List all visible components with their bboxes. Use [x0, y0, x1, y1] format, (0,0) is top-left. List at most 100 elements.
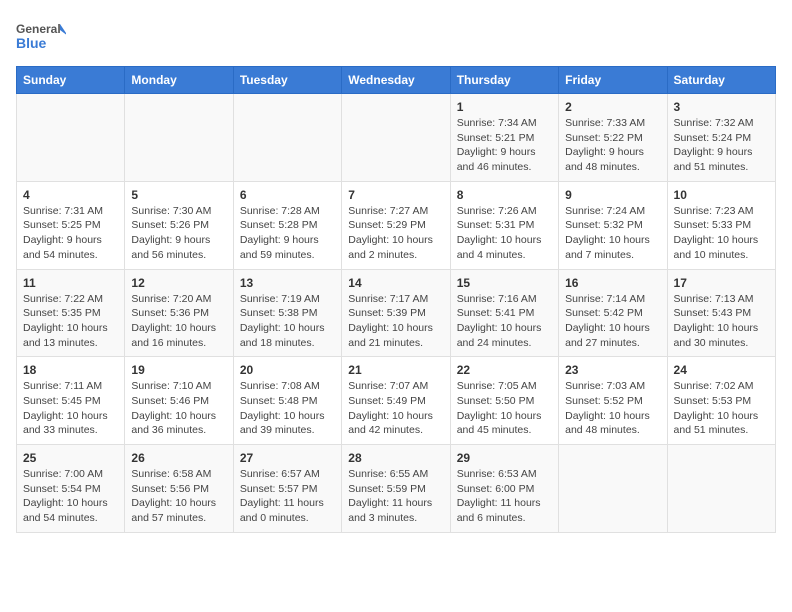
day-info: Sunrise: 7:19 AM Sunset: 5:38 PM Dayligh…: [240, 292, 335, 351]
calendar-cell: 2 Sunrise: 7:33 AM Sunset: 5:22 PM Daylig…: [559, 94, 667, 182]
logo: General Blue: [16, 16, 66, 56]
calendar-cell: 29 Sunrise: 6:53 AM Sunset: 6:00 PM Dayli…: [450, 445, 558, 533]
logo-svg: General Blue: [16, 16, 66, 56]
day-number: 7: [348, 188, 443, 202]
svg-text:Blue: Blue: [16, 35, 47, 51]
day-info: Sunrise: 7:08 AM Sunset: 5:48 PM Dayligh…: [240, 379, 335, 438]
day-number: 25: [23, 451, 118, 465]
day-number: 29: [457, 451, 552, 465]
calendar-header: SundayMondayTuesdayWednesdayThursdayFrid…: [17, 67, 776, 94]
day-info: Sunrise: 7:07 AM Sunset: 5:49 PM Dayligh…: [348, 379, 443, 438]
weekday-header: Friday: [559, 67, 667, 94]
calendar-cell: 3Sunrise: 7:32 AM Sunset: 5:24 PM Daylig…: [667, 94, 775, 182]
calendar-body: 1 Sunrise: 7:34 AM Sunset: 5:21 PM Daylig…: [17, 94, 776, 533]
day-info: Sunrise: 7:33 AM Sunset: 5:22 PM Dayligh…: [565, 116, 660, 175]
weekday-header: Thursday: [450, 67, 558, 94]
day-number: 3: [674, 100, 769, 114]
calendar-cell: 17Sunrise: 7:13 AM Sunset: 5:43 PM Dayli…: [667, 269, 775, 357]
day-info: Sunrise: 7:22 AM Sunset: 5:35 PM Dayligh…: [23, 292, 118, 351]
day-number: 4: [23, 188, 118, 202]
calendar-cell: 6 Sunrise: 7:28 AM Sunset: 5:28 PM Daylig…: [233, 181, 341, 269]
calendar-cell: 16 Sunrise: 7:14 AM Sunset: 5:42 PM Dayli…: [559, 269, 667, 357]
weekday-header: Sunday: [17, 67, 125, 94]
calendar-cell: 7 Sunrise: 7:27 AM Sunset: 5:29 PM Daylig…: [342, 181, 450, 269]
calendar-cell: [233, 94, 341, 182]
calendar-cell: 25 Sunrise: 7:00 AM Sunset: 5:54 PM Dayli…: [17, 445, 125, 533]
calendar-week-row: 18Sunrise: 7:11 AM Sunset: 5:45 PM Dayli…: [17, 357, 776, 445]
day-info: Sunrise: 7:13 AM Sunset: 5:43 PM Dayligh…: [674, 292, 769, 351]
day-number: 24: [674, 363, 769, 377]
calendar-cell: 12Sunrise: 7:20 AM Sunset: 5:36 PM Dayli…: [125, 269, 233, 357]
day-info: Sunrise: 6:58 AM Sunset: 5:56 PM Dayligh…: [131, 467, 226, 526]
day-number: 16: [565, 276, 660, 290]
day-number: 10: [674, 188, 769, 202]
day-number: 27: [240, 451, 335, 465]
calendar-cell: 10Sunrise: 7:23 AM Sunset: 5:33 PM Dayli…: [667, 181, 775, 269]
weekday-header-row: SundayMondayTuesdayWednesdayThursdayFrid…: [17, 67, 776, 94]
weekday-header: Monday: [125, 67, 233, 94]
calendar-cell: 28 Sunrise: 6:55 AM Sunset: 5:59 PM Dayli…: [342, 445, 450, 533]
day-info: Sunrise: 7:10 AM Sunset: 5:46 PM Dayligh…: [131, 379, 226, 438]
calendar-week-row: 25 Sunrise: 7:00 AM Sunset: 5:54 PM Dayli…: [17, 445, 776, 533]
day-number: 8: [457, 188, 552, 202]
calendar-cell: 14Sunrise: 7:17 AM Sunset: 5:39 PM Dayli…: [342, 269, 450, 357]
day-number: 1: [457, 100, 552, 114]
calendar-cell: 21 Sunrise: 7:07 AM Sunset: 5:49 PM Dayli…: [342, 357, 450, 445]
day-number: 23: [565, 363, 660, 377]
day-info: Sunrise: 7:34 AM Sunset: 5:21 PM Dayligh…: [457, 116, 552, 175]
day-number: 28: [348, 451, 443, 465]
day-info: Sunrise: 7:24 AM Sunset: 5:32 PM Dayligh…: [565, 204, 660, 263]
day-number: 20: [240, 363, 335, 377]
calendar-cell: 18Sunrise: 7:11 AM Sunset: 5:45 PM Dayli…: [17, 357, 125, 445]
svg-text:General: General: [16, 22, 61, 36]
calendar-cell: 22Sunrise: 7:05 AM Sunset: 5:50 PM Dayli…: [450, 357, 558, 445]
day-info: Sunrise: 7:28 AM Sunset: 5:28 PM Dayligh…: [240, 204, 335, 263]
calendar-cell: 11 Sunrise: 7:22 AM Sunset: 5:35 PM Dayli…: [17, 269, 125, 357]
day-info: Sunrise: 7:30 AM Sunset: 5:26 PM Dayligh…: [131, 204, 226, 263]
calendar-cell: 26 Sunrise: 6:58 AM Sunset: 5:56 PM Dayli…: [125, 445, 233, 533]
calendar-cell: 13 Sunrise: 7:19 AM Sunset: 5:38 PM Dayli…: [233, 269, 341, 357]
calendar-table: SundayMondayTuesdayWednesdayThursdayFrid…: [16, 66, 776, 533]
calendar-cell: 15 Sunrise: 7:16 AM Sunset: 5:41 PM Dayli…: [450, 269, 558, 357]
calendar-cell: 8 Sunrise: 7:26 AM Sunset: 5:31 PM Daylig…: [450, 181, 558, 269]
calendar-cell: [667, 445, 775, 533]
calendar-cell: 19 Sunrise: 7:10 AM Sunset: 5:46 PM Dayli…: [125, 357, 233, 445]
page-header: General Blue: [16, 16, 776, 56]
calendar-cell: 9 Sunrise: 7:24 AM Sunset: 5:32 PM Daylig…: [559, 181, 667, 269]
day-number: 19: [131, 363, 226, 377]
day-info: Sunrise: 7:05 AM Sunset: 5:50 PM Dayligh…: [457, 379, 552, 438]
day-number: 26: [131, 451, 226, 465]
day-number: 21: [348, 363, 443, 377]
calendar-cell: [342, 94, 450, 182]
day-number: 18: [23, 363, 118, 377]
day-info: Sunrise: 7:31 AM Sunset: 5:25 PM Dayligh…: [23, 204, 118, 263]
day-info: Sunrise: 7:14 AM Sunset: 5:42 PM Dayligh…: [565, 292, 660, 351]
day-info: Sunrise: 6:53 AM Sunset: 6:00 PM Dayligh…: [457, 467, 552, 526]
day-info: Sunrise: 7:00 AM Sunset: 5:54 PM Dayligh…: [23, 467, 118, 526]
day-info: Sunrise: 7:17 AM Sunset: 5:39 PM Dayligh…: [348, 292, 443, 351]
weekday-header: Saturday: [667, 67, 775, 94]
day-number: 9: [565, 188, 660, 202]
day-number: 15: [457, 276, 552, 290]
day-info: Sunrise: 7:16 AM Sunset: 5:41 PM Dayligh…: [457, 292, 552, 351]
calendar-week-row: 1 Sunrise: 7:34 AM Sunset: 5:21 PM Daylig…: [17, 94, 776, 182]
weekday-header: Tuesday: [233, 67, 341, 94]
day-info: Sunrise: 7:03 AM Sunset: 5:52 PM Dayligh…: [565, 379, 660, 438]
calendar-cell: 23 Sunrise: 7:03 AM Sunset: 5:52 PM Dayli…: [559, 357, 667, 445]
day-info: Sunrise: 6:57 AM Sunset: 5:57 PM Dayligh…: [240, 467, 335, 526]
calendar-cell: 1 Sunrise: 7:34 AM Sunset: 5:21 PM Daylig…: [450, 94, 558, 182]
day-number: 13: [240, 276, 335, 290]
day-info: Sunrise: 6:55 AM Sunset: 5:59 PM Dayligh…: [348, 467, 443, 526]
day-number: 11: [23, 276, 118, 290]
day-info: Sunrise: 7:26 AM Sunset: 5:31 PM Dayligh…: [457, 204, 552, 263]
calendar-cell: [559, 445, 667, 533]
day-number: 6: [240, 188, 335, 202]
day-number: 12: [131, 276, 226, 290]
calendar-cell: 27 Sunrise: 6:57 AM Sunset: 5:57 PM Dayli…: [233, 445, 341, 533]
calendar-cell: [125, 94, 233, 182]
day-number: 2: [565, 100, 660, 114]
day-info: Sunrise: 7:27 AM Sunset: 5:29 PM Dayligh…: [348, 204, 443, 263]
calendar-week-row: 4 Sunrise: 7:31 AM Sunset: 5:25 PM Daylig…: [17, 181, 776, 269]
weekday-header: Wednesday: [342, 67, 450, 94]
day-number: 5: [131, 188, 226, 202]
